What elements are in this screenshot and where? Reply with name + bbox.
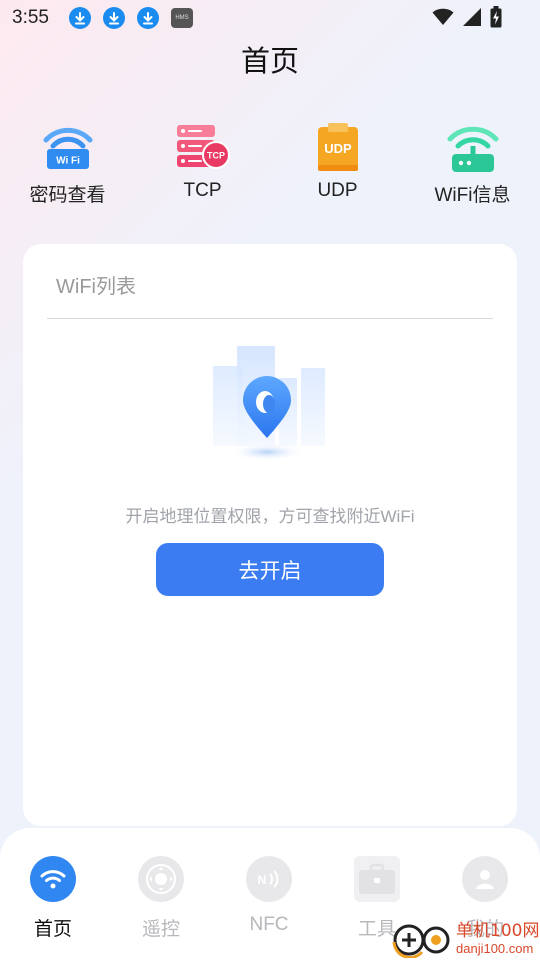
- svg-text:N: N: [258, 873, 267, 887]
- enable-location-button[interactable]: 去开启: [156, 543, 384, 596]
- shortcut-label: 密码查看: [29, 185, 106, 206]
- download-notification-icon: [136, 7, 159, 29]
- tcp-server-icon: TCP: [171, 116, 235, 180]
- toolbox-icon: [354, 856, 400, 902]
- nav-label: 工具: [357, 919, 396, 940]
- watermark: 单机100网 danji100.com: [392, 918, 540, 960]
- shortcut-tcp[interactable]: TCP TCP: [135, 116, 270, 202]
- nfc-icon: N: [246, 856, 292, 902]
- nav-item-home[interactable]: 首页: [13, 856, 93, 941]
- watermark-url: danji100.com: [456, 941, 534, 956]
- battery-charging-icon: [490, 6, 502, 28]
- hms-notification-icon: HMS: [170, 8, 193, 28]
- udp-badge-text: UDP: [324, 141, 352, 156]
- wifi-icon: [30, 856, 76, 902]
- wifi-password-icon: Wi Fi: [36, 116, 100, 180]
- nav-label: 首页: [33, 919, 72, 940]
- watermark-logo-icon: [392, 924, 450, 958]
- tcp-badge-text: TCP: [207, 151, 225, 161]
- watermark-brand: 单机100网: [456, 921, 540, 941]
- location-permission-message: 开启地理位置权限，方可查找附近WiFi: [125, 507, 415, 526]
- nav-label: 遥控: [141, 919, 180, 940]
- location-illustration: [209, 342, 329, 466]
- download-notification-icon: [68, 7, 91, 29]
- wifi-list-header: WiFi列表: [56, 276, 136, 298]
- shortcut-label: UDP: [317, 180, 358, 201]
- download-notification-icon: [102, 7, 125, 29]
- cellular-signal-icon: [463, 8, 481, 26]
- divider: [47, 318, 493, 319]
- user-icon: [462, 856, 508, 902]
- shortcut-wifi-info[interactable]: WiFi信息: [405, 116, 540, 207]
- page-title: 首页: [240, 44, 299, 78]
- router-icon: [441, 116, 505, 180]
- status-indicators: [432, 6, 502, 28]
- udp-clipboard-icon: UDP: [306, 116, 370, 180]
- shortcut-udp[interactable]: UDP UDP: [270, 116, 405, 202]
- shortcut-label: WiFi信息: [434, 185, 511, 206]
- nav-item-nfc[interactable]: N NFC: [229, 856, 309, 936]
- wifi-badge-text: Wi Fi: [56, 156, 80, 167]
- watermark-text: 单机100网 danji100.com: [456, 921, 540, 956]
- status-bar: 3:55 HMS: [0, 0, 540, 36]
- nav-item-remote[interactable]: 遥控: [121, 856, 201, 941]
- remote-control-icon: [138, 856, 184, 902]
- shortcut-row: Wi Fi 密码查看 TCP TCP UDP UDP WiFi信息: [0, 116, 540, 216]
- nav-label: NFC: [249, 914, 289, 935]
- shortcut-label: TCP: [183, 180, 222, 201]
- wifi-list-card: WiFi列表 开启地理位置权限，方可查找附近WiFi 去开启: [23, 244, 517, 826]
- status-time: 3:55: [12, 7, 49, 28]
- wifi-signal-icon: [432, 8, 454, 26]
- shortcut-password-view[interactable]: Wi Fi 密码查看: [0, 116, 135, 207]
